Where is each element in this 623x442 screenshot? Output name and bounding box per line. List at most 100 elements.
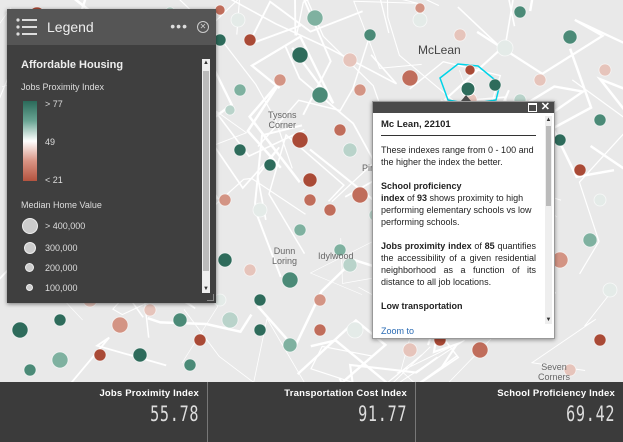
zip-circle[interactable] (313, 323, 327, 337)
zip-circle[interactable] (291, 46, 309, 64)
zip-circle[interactable] (353, 83, 367, 97)
zip-circle[interactable] (562, 29, 578, 45)
zip-circle[interactable] (323, 203, 337, 217)
zip-circle[interactable] (496, 39, 514, 57)
zip-circle[interactable] (401, 69, 419, 87)
place-label-mclean: McLean (418, 43, 461, 57)
zip-circle[interactable] (233, 143, 247, 157)
more-icon[interactable]: ••• (170, 19, 188, 33)
zip-circle[interactable] (453, 28, 467, 42)
zip-circle[interactable] (11, 321, 29, 339)
zip-circle[interactable] (214, 4, 226, 16)
zip-circle[interactable] (582, 232, 598, 248)
zip-circle[interactable] (217, 252, 233, 268)
selected-zip-circle[interactable] (460, 81, 476, 97)
zip-circle[interactable] (218, 193, 232, 207)
zip-circle[interactable] (253, 293, 267, 307)
stat-label: Jobs Proximity Index (99, 388, 199, 399)
school-index-word: index (381, 193, 405, 203)
jobs-heading: Jobs proximity index (381, 241, 472, 251)
zip-circle[interactable] (363, 28, 377, 42)
zip-circle[interactable] (553, 133, 567, 147)
zip-circle[interactable] (291, 131, 309, 149)
maximize-icon[interactable] (528, 103, 537, 112)
place-label-idylwood: Idylwood (318, 251, 354, 261)
zip-circle[interactable] (233, 83, 247, 97)
scroll-up-icon[interactable]: ▲ (202, 59, 210, 67)
zip-circle[interactable] (302, 172, 318, 188)
zip-circle[interactable] (111, 316, 129, 334)
zip-circle[interactable] (230, 12, 246, 28)
zip-circle[interactable] (593, 193, 607, 207)
size-label-1: > 400,000 (45, 221, 86, 231)
zip-circle[interactable] (533, 73, 547, 87)
place-label-tysons: Tysons Corner (268, 110, 297, 130)
zip-circle[interactable] (593, 333, 607, 347)
legend-scrollbar[interactable]: ▲ ▼ (202, 59, 210, 293)
zip-circle[interactable] (414, 2, 426, 14)
zip-circle[interactable] (488, 78, 502, 92)
zip-circle[interactable] (306, 9, 324, 27)
zip-circle[interactable] (293, 223, 307, 237)
zip-circle[interactable] (183, 358, 197, 372)
zip-circle[interactable] (602, 282, 618, 298)
zip-circle[interactable] (172, 312, 188, 328)
zip-circle[interactable] (253, 323, 267, 337)
zip-circle[interactable] (243, 33, 257, 47)
close-icon[interactable]: ✕ (541, 100, 550, 113)
zip-circle[interactable] (143, 303, 157, 317)
zip-circle[interactable] (93, 348, 107, 362)
zip-circle[interactable] (342, 52, 358, 68)
transport-heading: Low transportation (381, 301, 463, 311)
zip-circle[interactable] (342, 142, 358, 158)
zip-circle[interactable] (402, 342, 418, 358)
size-symbol-3 (25, 263, 34, 272)
scroll-thumb[interactable] (203, 71, 209, 271)
zoom-to-link[interactable]: Zoom to (381, 326, 414, 336)
popup-content: Mc Lean, 22101 These indexes range from … (373, 113, 544, 326)
zip-circle[interactable] (351, 186, 369, 204)
zip-circle[interactable] (281, 271, 299, 289)
zip-circle[interactable] (224, 104, 236, 116)
zip-circle[interactable] (243, 263, 257, 277)
stats-bar: Jobs Proximity Index 55.78 Transportatio… (0, 382, 623, 442)
jobs-of: of (471, 241, 485, 251)
zip-circle[interactable] (252, 202, 268, 218)
scroll-thumb[interactable] (546, 126, 551, 206)
zip-circle[interactable] (313, 293, 327, 307)
close-icon[interactable]: ✕ (197, 21, 209, 33)
zip-circle[interactable] (282, 337, 298, 353)
legend-panel: Legend ••• ✕ Affordable Housing Jobs Pro… (7, 9, 216, 303)
school-paragraph: School proficiency index of 93 shows prox… (381, 180, 536, 228)
zip-circle[interactable] (333, 123, 347, 137)
zip-circle[interactable] (311, 86, 329, 104)
zip-circle[interactable] (464, 64, 476, 76)
scroll-down-icon[interactable]: ▼ (202, 285, 210, 293)
zip-circle[interactable] (221, 311, 239, 329)
popup-scrollbar[interactable]: ▲ ▼ (545, 116, 552, 324)
resize-handle-icon[interactable] (207, 294, 214, 301)
zip-circle[interactable] (412, 12, 428, 28)
school-of: of (404, 193, 418, 203)
zip-circle[interactable] (573, 163, 587, 177)
zip-circle[interactable] (303, 193, 317, 207)
zip-circle[interactable] (471, 341, 489, 359)
zip-circle[interactable] (51, 351, 69, 369)
legend-title: Legend (47, 19, 94, 35)
zip-circle[interactable] (513, 5, 527, 19)
school-value: 93 (417, 193, 428, 203)
stat-label: School Proficiency Index (497, 388, 615, 399)
zip-circle[interactable] (593, 113, 607, 127)
zip-circle[interactable] (263, 158, 277, 172)
zip-circle[interactable] (598, 63, 612, 77)
scroll-down-icon[interactable]: ▼ (545, 316, 552, 324)
road (529, 0, 534, 12)
scroll-up-icon[interactable]: ▲ (545, 116, 552, 124)
zip-circle[interactable] (346, 321, 364, 339)
zip-circle[interactable] (273, 73, 287, 87)
ramp-low-label: < 21 (45, 175, 63, 185)
zip-circle[interactable] (23, 363, 37, 377)
zip-circle[interactable] (132, 347, 148, 363)
zip-circle[interactable] (53, 313, 67, 327)
zip-circle[interactable] (193, 333, 207, 347)
